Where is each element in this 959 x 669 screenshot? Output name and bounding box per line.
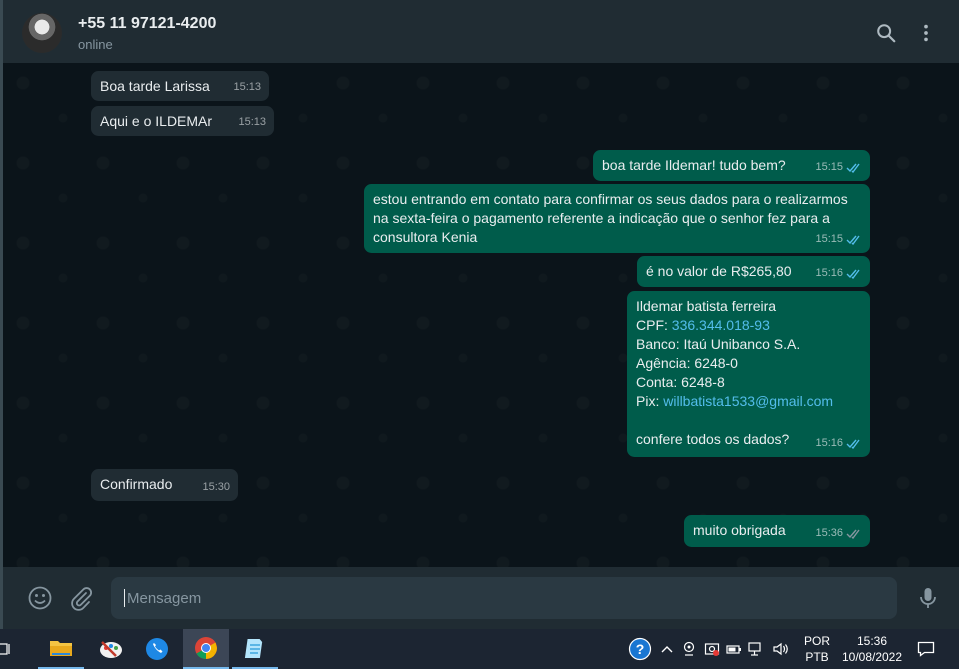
notepad-icon xyxy=(244,639,263,658)
message-time-label: 15:16 xyxy=(815,267,843,279)
message-time-label: 15:36 xyxy=(815,527,843,539)
double-check-icon xyxy=(846,269,860,279)
emoji-icon[interactable] xyxy=(27,585,53,611)
message-time-label: 15:15 xyxy=(815,233,843,245)
message-line-agency: Agência: 6248-0 xyxy=(636,355,738,371)
message-time: 15:16 xyxy=(815,434,862,453)
message-time: 15:16 xyxy=(815,264,862,283)
taskbar-file-explorer[interactable] xyxy=(38,629,84,669)
message-outgoing[interactable]: é no valor de R$265,80 15:16 xyxy=(637,256,870,287)
task-view-button[interactable] xyxy=(0,629,20,669)
menu-icon[interactable] xyxy=(915,22,937,44)
language-bottom: PTB xyxy=(805,650,829,664)
message-time: 15:36 xyxy=(815,524,862,543)
language-indicator[interactable]: POR PTB xyxy=(800,633,834,665)
message-time: 15:13 xyxy=(233,78,261,97)
message-line-name: Ildemar batista ferreira xyxy=(636,298,777,314)
message-time-label: 15:13 xyxy=(238,116,266,128)
contact-status: online xyxy=(78,37,113,52)
message-time-label: 15:30 xyxy=(202,481,230,493)
clock-time: 15:36 xyxy=(856,634,888,648)
message-line-cpf: CPF: 336.344.018-93 xyxy=(636,316,861,335)
message-time: 15:13 xyxy=(238,113,266,132)
message-time: 15:30 xyxy=(202,478,230,497)
battery-icon[interactable] xyxy=(726,642,742,656)
volume-icon[interactable] xyxy=(772,641,790,657)
message-time-label: 15:15 xyxy=(815,161,843,173)
chrome-icon xyxy=(195,637,217,659)
taskbar-skype[interactable] xyxy=(134,629,180,669)
chevron-up-icon[interactable] xyxy=(660,644,674,654)
double-check-icon xyxy=(846,439,860,449)
taskbar-paint-app[interactable] xyxy=(88,629,134,669)
message-composer xyxy=(0,567,959,629)
mic-icon[interactable] xyxy=(915,585,941,611)
taskbar-chrome[interactable] xyxy=(183,629,229,669)
message-line-bank: Banco: Itaú Unibanco S.A. xyxy=(636,336,801,352)
network-icon[interactable] xyxy=(748,641,766,657)
message-time-label: 15:13 xyxy=(233,81,261,93)
folder-icon xyxy=(50,641,72,656)
search-icon[interactable] xyxy=(875,22,897,44)
message-text: estou entrando em contato para confirmar… xyxy=(373,191,848,245)
help-icon[interactable]: ? xyxy=(628,637,652,661)
pix-label: Pix: xyxy=(636,393,664,409)
double-check-icon xyxy=(846,163,860,173)
message-line-account: Conta: 6248-8 xyxy=(636,374,725,390)
clock-date: 10/08/2022 xyxy=(841,650,903,664)
contact-name[interactable]: +55 11 97121-4200 xyxy=(78,15,216,33)
windows-taskbar: ? POR PTB 15:36 10/08/2022 xyxy=(0,629,959,669)
message-time: 15:15 xyxy=(815,158,862,177)
email-link[interactable]: willbatista1533@gmail.com xyxy=(663,393,833,409)
language-top: POR xyxy=(803,634,830,648)
message-outgoing[interactable]: Ildemar batista ferreira CPF: 336.344.01… xyxy=(627,291,870,457)
message-line-pix: Pix: willbatista1533@gmail.com xyxy=(636,392,861,411)
svg-text:?: ? xyxy=(636,641,645,657)
system-tray: ? xyxy=(628,629,790,669)
cpf-link[interactable]: 336.344.018-93 xyxy=(672,317,770,333)
message-time: 15:15 xyxy=(815,230,862,249)
attach-icon[interactable] xyxy=(68,585,94,611)
message-input[interactable] xyxy=(111,577,897,619)
screenshot-icon[interactable] xyxy=(704,641,720,657)
cpf-label: CPF: xyxy=(636,317,672,333)
webcam-icon[interactable] xyxy=(682,641,696,657)
chat-header[interactable]: +55 11 97121-4200 online xyxy=(0,0,959,63)
message-outgoing[interactable]: boa tarde Ildemar! tudo bem? 15:15 xyxy=(593,150,870,181)
message-outgoing[interactable]: estou entrando em contato para confirmar… xyxy=(364,184,870,253)
message-incoming[interactable]: Confirmado 15:30 xyxy=(91,469,238,501)
taskbar-notepad[interactable] xyxy=(232,629,278,669)
message-incoming[interactable]: Boa tarde Larissa 15:13 xyxy=(91,71,269,101)
message-list[interactable]: Boa tarde Larissa 15:13 Aqui e o ILDEMAr… xyxy=(0,63,959,567)
text-caret xyxy=(124,589,125,607)
message-outgoing[interactable]: muito obrigada 15:36 xyxy=(684,515,870,547)
message-time-label: 15:16 xyxy=(815,437,843,449)
notification-icon[interactable] xyxy=(917,640,935,658)
palette-icon xyxy=(100,641,122,658)
task-view-icon xyxy=(0,643,10,655)
phone-app-icon xyxy=(146,638,168,660)
contact-avatar[interactable] xyxy=(22,13,62,53)
clock[interactable]: 15:36 10/08/2022 xyxy=(838,633,906,665)
message-incoming[interactable]: Aqui e o ILDEMAr 15:13 xyxy=(91,106,274,136)
double-check-icon xyxy=(846,529,860,539)
double-check-icon xyxy=(846,235,860,245)
